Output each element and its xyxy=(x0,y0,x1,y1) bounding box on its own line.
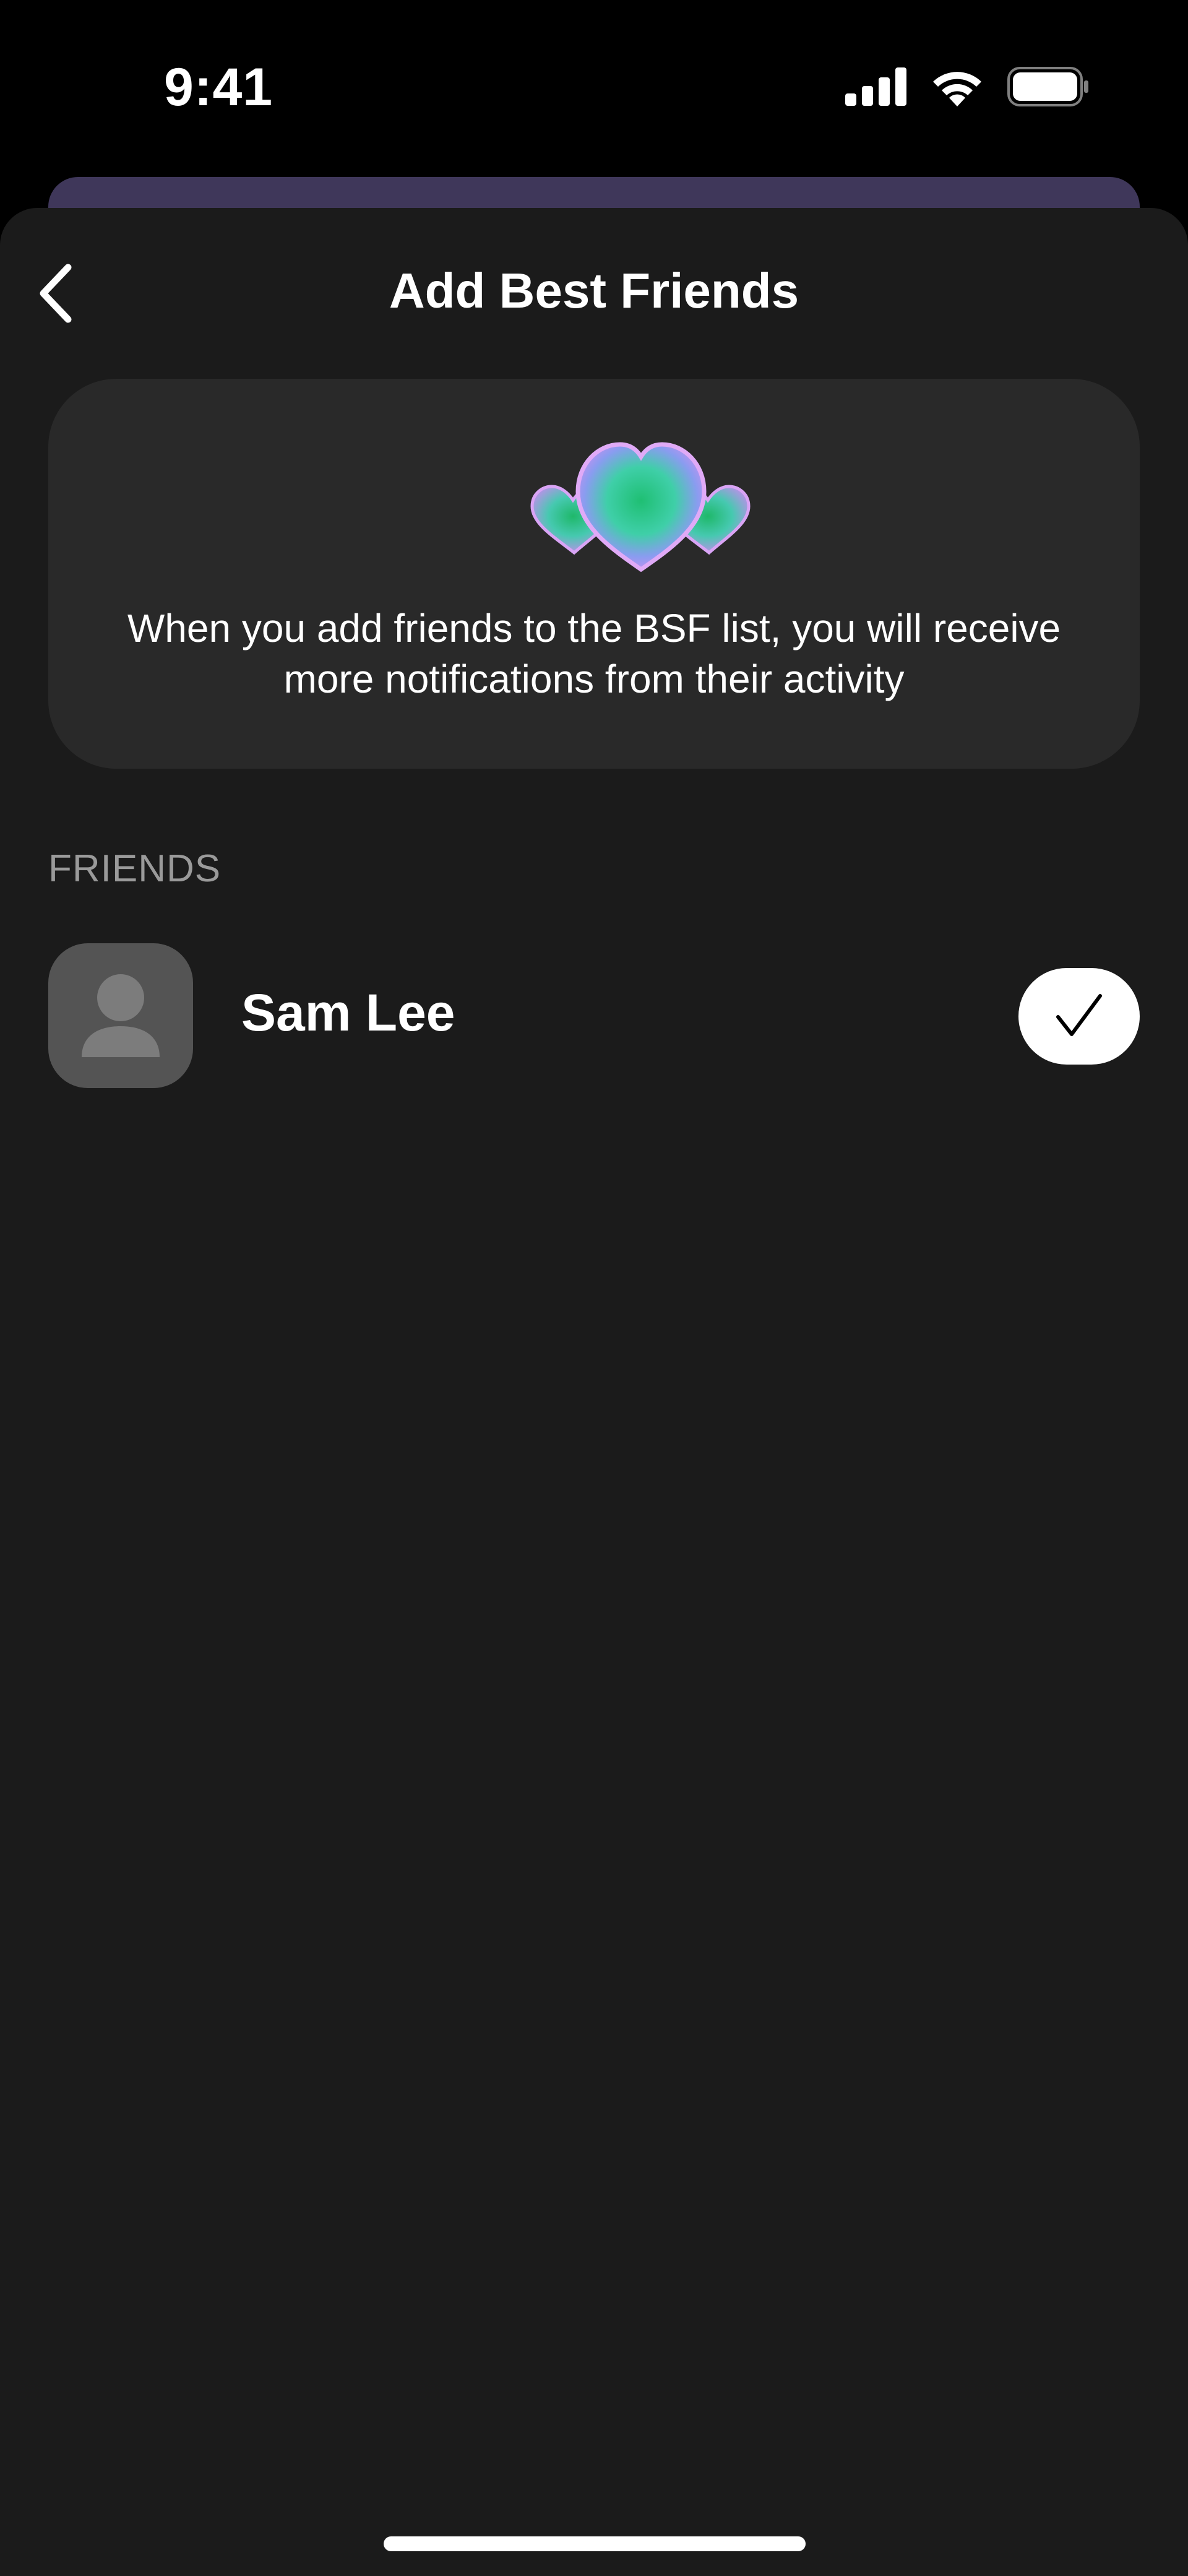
avatar xyxy=(48,943,193,1088)
add-best-friends-sheet: Add Best Friends When you add friends to… xyxy=(0,208,1188,2576)
battery-icon xyxy=(1007,67,1089,110)
home-indicator xyxy=(384,2536,806,2551)
hearts-icon xyxy=(530,438,752,574)
info-card: When you add friends to the BSF list, yo… xyxy=(48,379,1140,769)
status-bar: 9:41 xyxy=(0,0,1188,173)
status-icons xyxy=(845,67,1089,110)
friend-name: Sam Lee xyxy=(241,983,455,1042)
cellular-signal-icon xyxy=(845,67,907,109)
status-time: 9:41 xyxy=(164,58,273,117)
wifi-icon xyxy=(929,67,985,110)
page-title: Add Best Friends xyxy=(389,263,799,318)
checkmark-icon xyxy=(1054,992,1104,1041)
nav-bar: Add Best Friends xyxy=(0,208,1188,376)
screen: 9:41 Add Best Friends When you add frien… xyxy=(0,0,1188,2576)
friend-row[interactable]: Sam Lee xyxy=(48,943,1140,1088)
info-description: When you add friends to the BSF list, yo… xyxy=(127,606,1061,701)
select-friend-toggle[interactable] xyxy=(1018,968,1140,1065)
friends-section-header: FRIENDS xyxy=(48,847,222,890)
person-placeholder-icon xyxy=(48,974,193,1088)
